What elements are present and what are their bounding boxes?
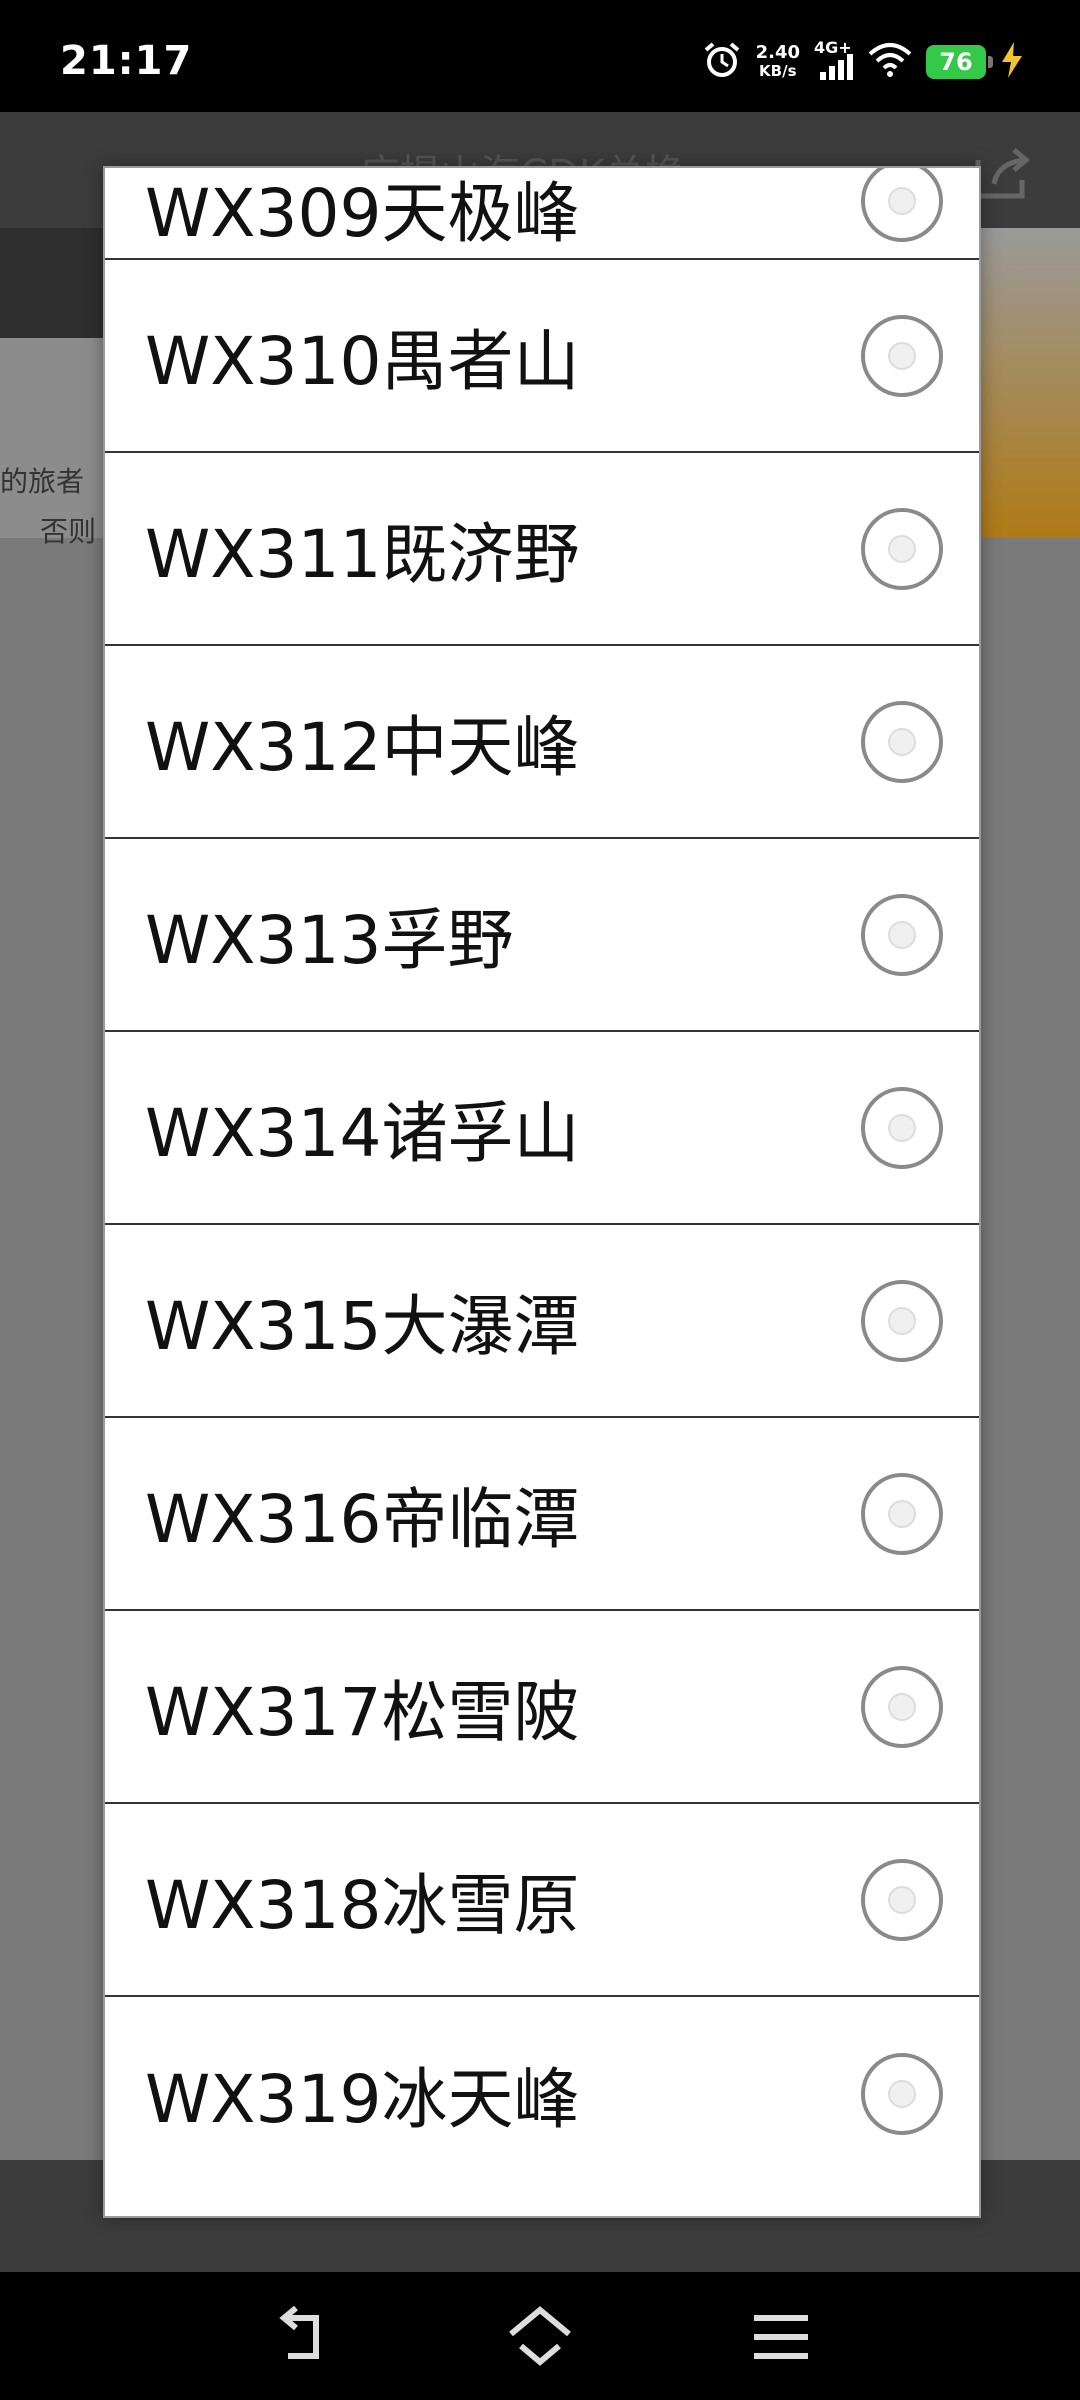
radio-button[interactable] [861, 893, 943, 976]
option-label: WX315大瀑潭 [145, 1287, 580, 1365]
option-list[interactable]: WX309天极峰 WX310禺者山 WX311既济野 WX312中天峰 WX31… [105, 168, 979, 2190]
radio-button[interactable] [861, 1279, 943, 1362]
battery-level: 76 [939, 48, 973, 76]
list-item[interactable]: WX315大瀑潭 [105, 1225, 979, 1418]
status-bar: 21:17 2.40 KB/s 4G+ 76 [0, 0, 1080, 112]
banner-art [0, 228, 110, 338]
cellular-signal: 4G+ [814, 38, 854, 82]
option-label: WX316帝临潭 [145, 1480, 580, 1558]
option-label: WX319冰天峰 [145, 2060, 580, 2138]
list-item[interactable]: WX319冰天峰 [105, 1997, 979, 2190]
radio-button[interactable] [861, 2052, 943, 2135]
back-icon[interactable] [266, 2302, 336, 2372]
radio-button[interactable] [861, 700, 943, 783]
net-speed-value: 2.40 [755, 42, 800, 63]
radio-button[interactable] [861, 507, 943, 590]
battery-indicator: 76 [926, 45, 993, 79]
home-icon[interactable] [505, 2302, 575, 2372]
option-label: WX310禺者山 [145, 322, 580, 400]
lightning-icon [1000, 42, 1024, 82]
radio-button[interactable] [861, 168, 943, 242]
list-item[interactable]: WX314诸孚山 [105, 1032, 979, 1225]
list-item[interactable]: WX310禺者山 [105, 260, 979, 453]
list-item[interactable]: WX312中天峰 [105, 646, 979, 839]
list-item[interactable]: WX317松雪陂 [105, 1611, 979, 1804]
status-icons: 2.40 KB/s 4G+ 76 [702, 38, 1024, 84]
radio-button[interactable] [861, 1086, 943, 1169]
alarm-icon [702, 40, 742, 84]
banner-art [980, 228, 1080, 538]
banner-text: 的旅者 [0, 465, 85, 498]
banner-text: 否则 [40, 515, 97, 548]
option-label: WX313孚野 [145, 901, 514, 979]
radio-button[interactable] [861, 314, 943, 397]
option-label: WX317松雪陂 [145, 1673, 580, 1751]
list-item[interactable]: WX311既济野 [105, 453, 979, 646]
option-label: WX309天极峰 [145, 175, 580, 252]
option-label: WX311既济野 [145, 515, 580, 593]
list-item[interactable]: WX316帝临潭 [105, 1418, 979, 1611]
list-item[interactable]: WX313孚野 [105, 839, 979, 1032]
navigation-bar [0, 2272, 1080, 2400]
radio-button[interactable] [861, 1472, 943, 1555]
list-item[interactable]: WX318冰雪原 [105, 1804, 979, 1997]
screen: 21:17 2.40 KB/s 4G+ 76 的旅者 否则 WX309天极峰 W… [0, 0, 1080, 2400]
list-item[interactable]: WX309天极峰 [105, 168, 979, 260]
radio-button[interactable] [861, 1665, 943, 1748]
wifi-icon [868, 42, 912, 82]
radio-button[interactable] [861, 1858, 943, 1941]
net-speed: 2.40 KB/s [755, 42, 800, 81]
menu-icon[interactable] [746, 2302, 816, 2372]
option-label: WX312中天峰 [145, 708, 580, 786]
net-speed-unit: KB/s [759, 62, 797, 80]
option-label: WX318冰雪原 [145, 1866, 580, 1944]
selection-dialog: WX309天极峰 WX310禺者山 WX311既济野 WX312中天峰 WX31… [103, 166, 981, 2218]
signal-bars-icon [820, 54, 853, 80]
status-time: 21:17 [60, 38, 193, 84]
option-label: WX314诸孚山 [145, 1094, 580, 1172]
